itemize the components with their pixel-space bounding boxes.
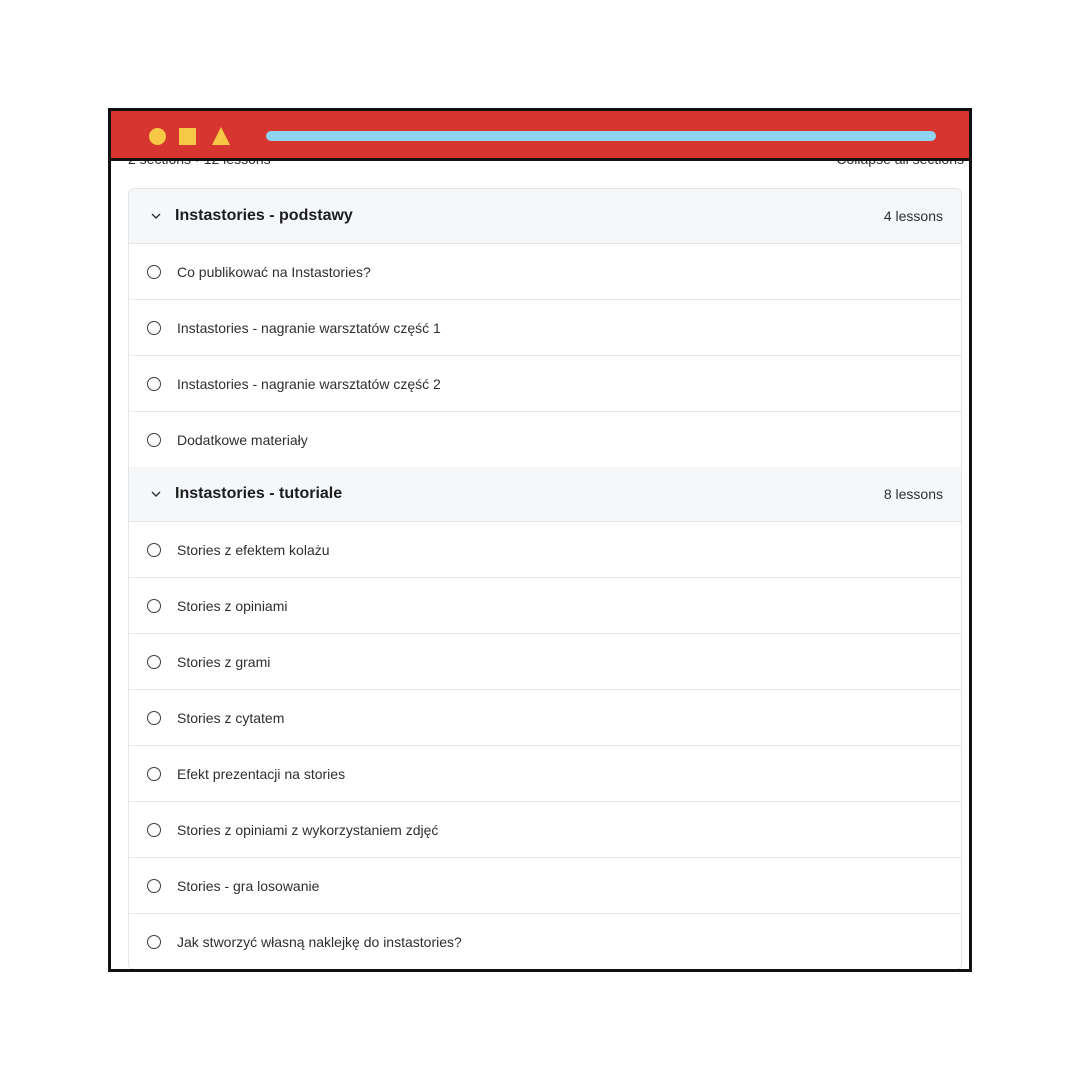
radio-circle-icon[interactable]	[147, 878, 161, 893]
section-header[interactable]: Instastories - podstawy 4 lessons	[129, 189, 961, 244]
app-window: 2 sections • 12 lessons Collapse all sec…	[108, 108, 972, 972]
radio-circle-icon[interactable]	[147, 654, 161, 669]
radio-circle-icon[interactable]	[147, 432, 161, 447]
address-bar[interactable]	[266, 131, 936, 141]
lesson-title: Stories z cytatem	[177, 709, 285, 726]
radio-circle-icon[interactable]	[147, 822, 161, 837]
lesson-title: Dodatkowe materiały	[177, 431, 308, 448]
lesson-title: Co publikować na Instastories?	[177, 263, 371, 280]
section-title: Instastories - tutoriale	[175, 485, 343, 502]
course-content: 2 sections • 12 lessons Collapse all sec…	[111, 111, 969, 969]
lesson-title: Stories z opiniami z wykorzystaniem zdję…	[177, 821, 439, 838]
lesson-item[interactable]: Instastories - nagranie warsztatów część…	[129, 300, 961, 356]
lesson-item[interactable]: Co publikować na Instastories?	[129, 244, 961, 300]
section-lesson-count: 4 lessons	[883, 208, 943, 224]
lesson-item[interactable]: Stories - gra losowanie	[129, 858, 961, 914]
square-shape-icon	[179, 128, 196, 145]
section-header[interactable]: Instastories - tutoriale 8 lessons	[129, 467, 961, 522]
radio-circle-icon[interactable]	[147, 320, 161, 335]
lesson-item[interactable]: Stories z opiniami z wykorzystaniem zdję…	[129, 802, 961, 858]
title-bar	[111, 111, 969, 161]
section-lesson-count: 8 lessons	[883, 486, 943, 502]
chevron-down-icon[interactable]	[149, 209, 163, 223]
lesson-item[interactable]: Dodatkowe materiały	[129, 412, 961, 467]
section-title: Instastories - podstawy	[175, 207, 353, 224]
lesson-item[interactable]: Jak stworzyć własną naklejkę do instasto…	[129, 914, 961, 969]
radio-circle-icon[interactable]	[147, 376, 161, 391]
lesson-item[interactable]: Stories z efektem kolażu	[129, 522, 961, 578]
lesson-title: Instastories - nagranie warsztatów część…	[177, 375, 441, 392]
lesson-title: Stories z grami	[177, 653, 271, 670]
radio-circle-icon[interactable]	[147, 710, 161, 725]
triangle-shape-icon	[212, 127, 230, 145]
lesson-title: Jak stworzyć własną naklejkę do instasto…	[177, 933, 462, 950]
lesson-title: Stories - gra losowanie	[177, 877, 320, 894]
lesson-item[interactable]: Efekt prezentacji na stories	[129, 746, 961, 802]
radio-circle-icon[interactable]	[147, 598, 161, 613]
chevron-down-icon[interactable]	[149, 487, 163, 501]
curriculum-list: Instastories - podstawy 4 lessons Co pub…	[128, 188, 962, 969]
lesson-title: Efekt prezentacji na stories	[177, 765, 346, 782]
lesson-item[interactable]: Stories z opiniami	[129, 578, 961, 634]
lesson-title: Stories z efektem kolażu	[177, 541, 330, 558]
radio-circle-icon[interactable]	[147, 542, 161, 557]
lesson-item[interactable]: Stories z cytatem	[129, 690, 961, 746]
radio-circle-icon[interactable]	[147, 766, 161, 781]
lesson-title: Instastories - nagranie warsztatów część…	[177, 319, 441, 336]
lesson-title: Stories z opiniami	[177, 597, 288, 614]
radio-circle-icon[interactable]	[147, 934, 161, 949]
circle-shape-icon	[149, 128, 166, 145]
lesson-item[interactable]: Instastories - nagranie warsztatów część…	[129, 356, 961, 412]
lesson-item[interactable]: Stories z grami	[129, 634, 961, 690]
radio-circle-icon[interactable]	[147, 264, 161, 279]
